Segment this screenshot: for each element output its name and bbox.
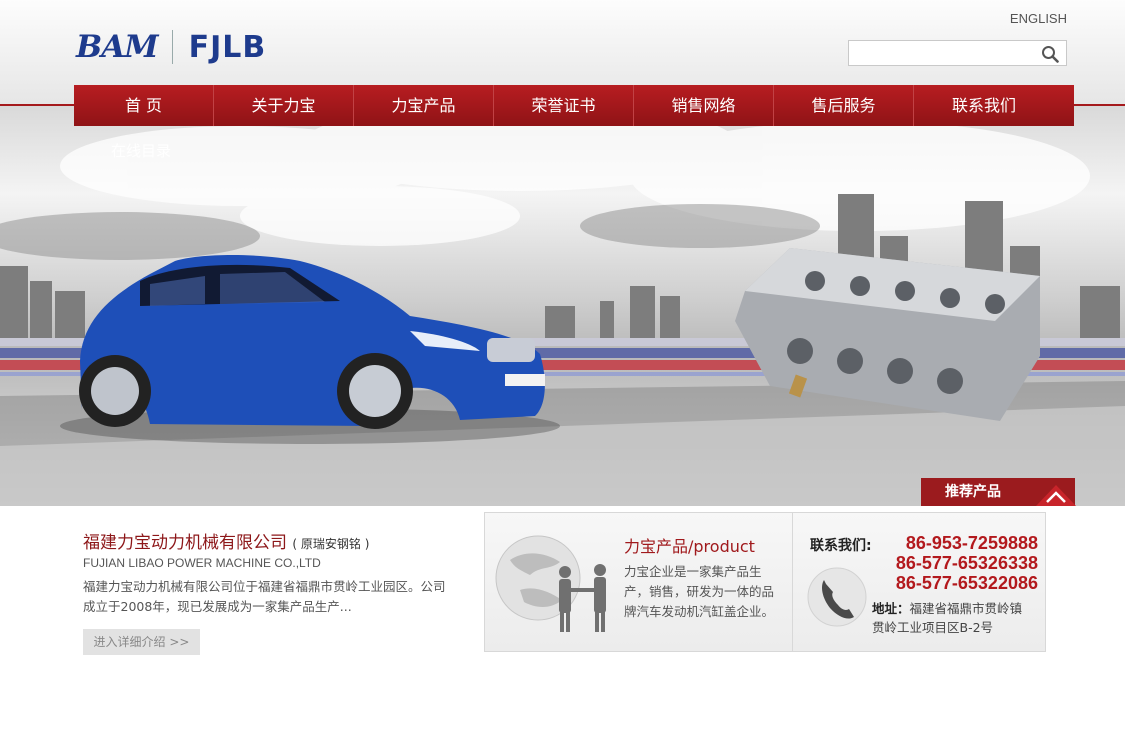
phone-number: 86-953-7259888 (905, 533, 1038, 553)
logo-separator (171, 30, 173, 64)
globe-handshake-icon (495, 535, 606, 632)
contact-title: 联系我们: (810, 538, 872, 554)
page: BAM FJLB ENGLISH 首 页 关于力宝 力宝产品 荣誉证书 销售网络… (0, 0, 1125, 750)
nav-about[interactable]: 关于力宝 (214, 85, 354, 126)
search-input[interactable] (853, 44, 1033, 62)
nav-products[interactable]: 力宝产品 (354, 85, 494, 126)
phone-number: 86-577-65322086 (895, 573, 1038, 593)
nav-sales-network[interactable]: 销售网络 (634, 85, 774, 126)
company-name: 福建力宝动力机械有限公司 ( 原瑞安钢铭 ) (83, 528, 369, 553)
chevron-up-icon[interactable] (1036, 482, 1076, 506)
subnav-online-catalog[interactable]: 在线目录 (111, 140, 171, 161)
english-link[interactable]: ENGLISH (1010, 11, 1067, 26)
products-description: 力宝企业是一家集产品生产，销售，研发为一体的品牌汽车发动机汽缸盖企业。 (624, 564, 775, 619)
address-label: 地址： (872, 601, 910, 616)
telephone-icon (807, 567, 867, 627)
info-box-divider (792, 512, 793, 652)
phone-list: 86-953-7259888 86-577-65326338 86-577-65… (880, 533, 1038, 593)
nav-home[interactable]: 首 页 (74, 85, 214, 126)
nav-honors[interactable]: 荣誉证书 (494, 85, 634, 126)
company-description: 福建力宝动力机械有限公司位于福建省福鼎市贯岭工业园区。公司成立于2008年，现已… (83, 579, 446, 614)
more-details-button[interactable]: 进入详细介绍 >> (83, 629, 200, 655)
logo-bam: BAM (76, 29, 159, 65)
company-logo[interactable]: BAM FJLB (76, 29, 267, 65)
banner-illustration (0, 106, 1125, 506)
company-name-text: 福建力宝动力机械有限公司 (83, 533, 287, 553)
nav-after-sales[interactable]: 售后服务 (774, 85, 914, 126)
company-former-name: ( 原瑞安钢铭 ) (292, 537, 370, 551)
search-box (848, 40, 1067, 66)
search-icon[interactable] (1041, 45, 1059, 63)
address: 地址：福建省福鼎市贯岭镇贯岭工业项目区B-2号 (872, 599, 1032, 637)
phone-number: 86-577-65326338 (895, 553, 1038, 573)
nav-contact[interactable]: 联系我们 (914, 85, 1054, 126)
logo-fjlb: FJLB (188, 29, 267, 65)
main-nav: 首 页 关于力宝 力宝产品 荣誉证书 销售网络 售后服务 联系我们 (74, 85, 1074, 126)
blue-car (60, 255, 560, 444)
products-title[interactable]: 力宝产品/product (624, 533, 755, 557)
hero-banner (0, 106, 1125, 506)
company-name-english: FUJIAN LIBAO POWER MACHINE CO.,LTD (83, 556, 321, 570)
